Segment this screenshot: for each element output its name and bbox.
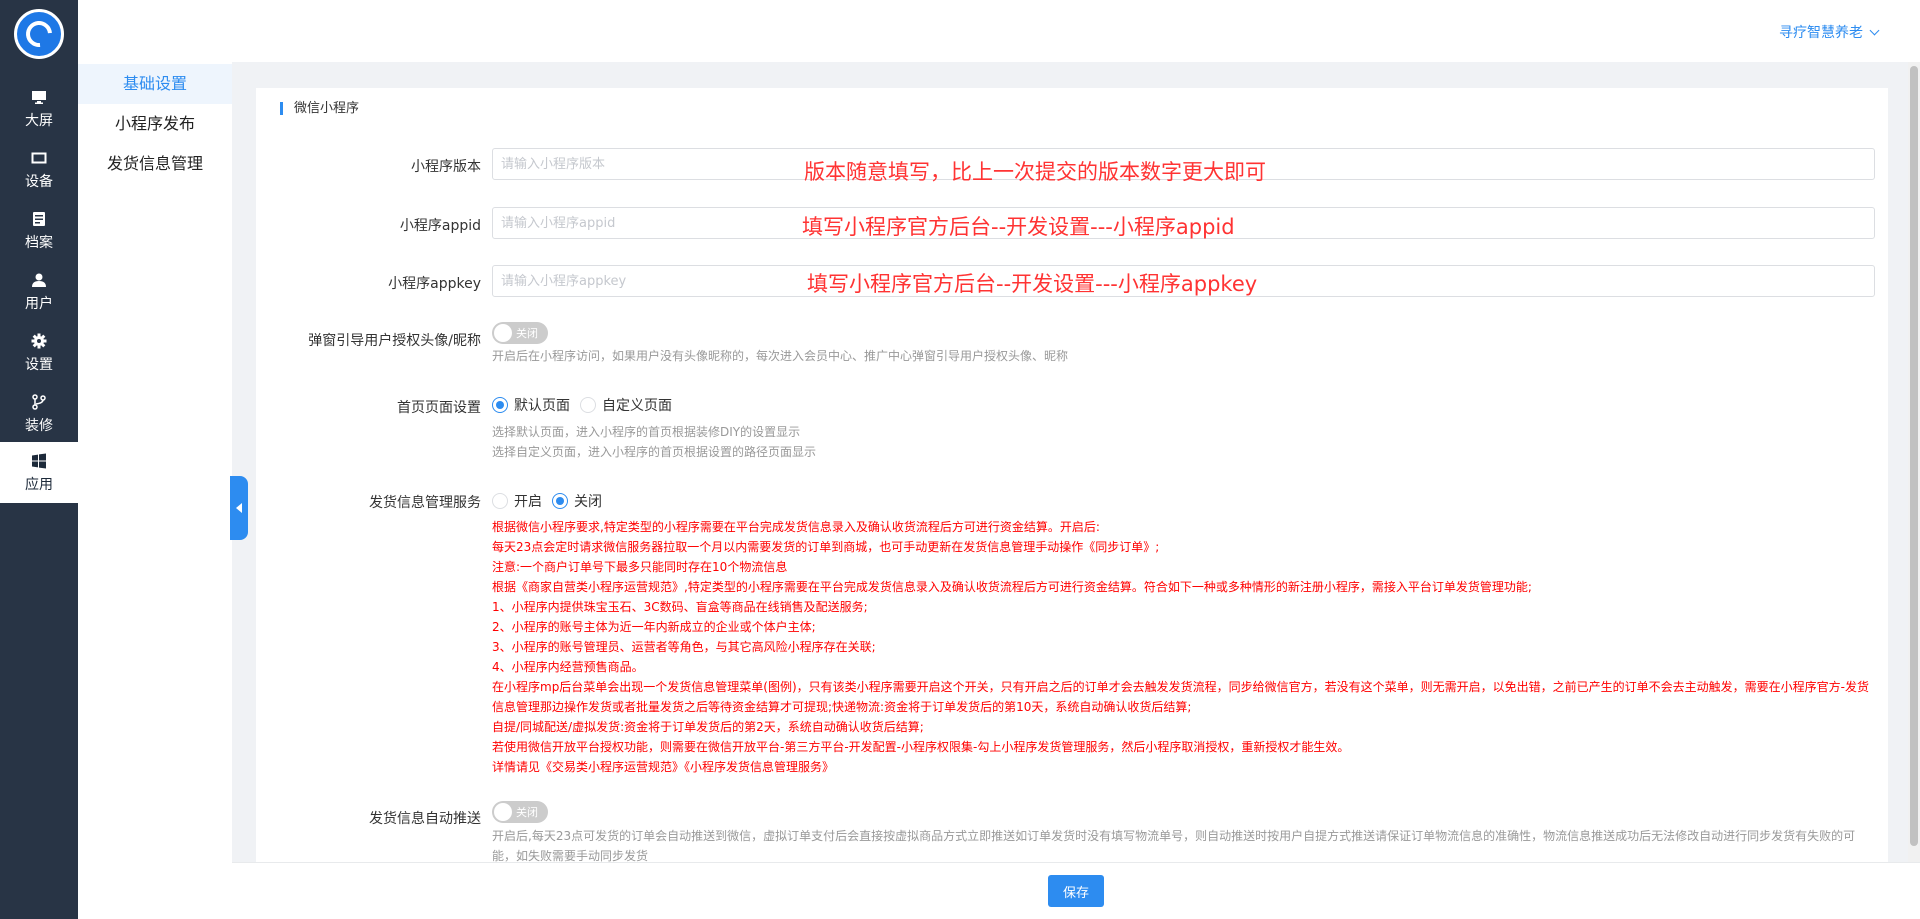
radio-shipping-off[interactable]: 关闭 <box>552 491 602 511</box>
footer-bar: 保存 <box>232 862 1920 919</box>
shipping-desc-line: 2、小程序的账号主体为近一年内新成立的企业或个体户主体; <box>492 620 816 634</box>
radio-unchecked-icon <box>492 493 508 509</box>
homepage-hint-custom: 选择自定义页面，进入小程序的首页根据设置的路径页面显示 <box>492 445 817 459</box>
top-bar: 寻疗智慧养老 <box>232 0 1920 62</box>
toggle-text: 关闭 <box>516 327 538 340</box>
user-name: 寻疗智慧养老 <box>1779 25 1863 41</box>
main-nav: 大屏 设备 档案 用户 设置 装修 应用 <box>0 0 78 919</box>
shipping-desc-line: 根据《商家自营类小程序运营规范》,特定类型的小程序需要在平台完成发货信息录入及确… <box>492 580 1532 594</box>
radio-default-page[interactable]: 默认页面 <box>492 395 570 415</box>
appid-label: 小程序appid <box>399 218 481 234</box>
submenu-item-shipping-info[interactable]: 发货信息管理 <box>78 144 232 184</box>
submenu: 基础设置 小程序发布 发货信息管理 <box>78 0 232 919</box>
shipping-desc-line: 若使用微信开放平台授权功能，则需要在微信开放平台-第三方平台-开发配置-小程序权… <box>492 740 1350 754</box>
radio-checked-icon <box>492 397 508 413</box>
nav-item-label: 设置 <box>25 356 53 373</box>
archive-icon <box>30 210 48 228</box>
user-menu[interactable]: 寻疗智慧养老 <box>1779 22 1880 42</box>
user-icon <box>30 271 48 289</box>
radio-checked-icon <box>552 493 568 509</box>
nav-item-label: 装修 <box>25 417 53 434</box>
appkey-label: 小程序appkey <box>388 276 481 292</box>
monitor-icon <box>30 88 48 106</box>
radio-custom-page[interactable]: 自定义页面 <box>580 395 672 415</box>
collapse-sidebar-button[interactable] <box>230 476 248 540</box>
windows-icon <box>30 452 48 470</box>
shipping-desc-line: 自提/同城配送/虚拟发货:资金将于订单发货后的第2天，系统自动确认收货后结算; <box>492 720 924 734</box>
nav-item-settings[interactable]: 设置 <box>0 322 78 383</box>
shipping-desc-line: 3、小程序的账号管理员、运营者等角色，与其它高风险小程序存在关联; <box>492 640 876 654</box>
nav-item-label: 档案 <box>25 234 53 251</box>
settings-card: 微信小程序 小程序版本 版本随意填写，比上一次提交的版本数字更大即可 小程序ap… <box>256 88 1888 862</box>
nav-item-device[interactable]: 设备 <box>0 139 78 200</box>
autopush-toggle[interactable]: 关闭 <box>492 801 548 823</box>
nav-item-label: 设备 <box>25 173 53 190</box>
shipping-desc-line: 每天23点会定时请求微信服务器拉取一个月以内需要发货的订单到商城，也可手动更新在… <box>492 540 1160 554</box>
save-button[interactable]: 保存 <box>1048 875 1104 907</box>
shipping-desc-line: 1、小程序内提供珠宝玉石、3C数码、盲盒等商品在线销售及配送服务; <box>492 600 868 614</box>
radio-shipping-on[interactable]: 开启 <box>492 491 542 511</box>
submenu-item-publish[interactable]: 小程序发布 <box>78 104 232 144</box>
logo-icon[interactable] <box>14 9 64 59</box>
popup-auth-label: 弹窗引导用户授权头像/昵称 <box>308 333 481 349</box>
chevron-left-icon <box>236 503 242 513</box>
popup-auth-hint: 开启后在小程序访问，如果用户没有头像昵称的，每次进入会员中心、推广中心弹窗引导用… <box>492 349 1069 363</box>
shipping-desc-line: 4、小程序内经营预售商品。 <box>492 660 644 674</box>
nav-item-archive[interactable]: 档案 <box>0 200 78 261</box>
nav-item-label: 应用 <box>25 476 53 493</box>
version-note: 版本随意填写，比上一次提交的版本数字更大即可 <box>804 160 1266 184</box>
autopush-label: 发货信息自动推送 <box>369 811 481 827</box>
version-label: 小程序版本 <box>411 159 481 175</box>
popup-auth-toggle[interactable]: 关闭 <box>492 322 548 344</box>
device-icon <box>30 149 48 167</box>
nav-item-user[interactable]: 用户 <box>0 261 78 322</box>
appid-note: 填写小程序官方后台--开发设置---小程序appid <box>802 215 1235 239</box>
shipping-desc-line: 根据微信小程序要求,特定类型的小程序需要在平台完成发货信息录入及确认收货流程后方… <box>492 520 1100 534</box>
shipping-service-label: 发货信息管理服务 <box>369 495 481 511</box>
scrollbar[interactable] <box>1908 62 1920 862</box>
card-title: 微信小程序 <box>280 102 359 115</box>
shipping-desc-line: 注意:一个商户订单号下最多只能同时存在10个物流信息 <box>492 560 788 574</box>
branch-icon <box>30 393 48 411</box>
nav-item-apps[interactable]: 应用 <box>0 442 78 503</box>
chevron-down-icon <box>1869 25 1880 36</box>
gear-icon <box>30 332 48 350</box>
autopush-hint: 开启后,每天23点可发货的订单会自动推送到微信，虚拟订单支付后会直接按虚拟商品方… <box>492 829 1856 862</box>
shipping-desc-line: 在小程序mp后台菜单会出现一个发货信息管理菜单(图例)，只有该类小程序需要开启这… <box>492 680 1870 714</box>
appkey-note: 填写小程序官方后台--开发设置---小程序appkey <box>807 272 1258 296</box>
radio-unchecked-icon <box>580 397 596 413</box>
homepage-hint-default: 选择默认页面，进入小程序的首页根据装修DIY的设置显示 <box>492 425 801 439</box>
nav-item-label: 用户 <box>25 295 53 312</box>
nav-item-screen[interactable]: 大屏 <box>0 78 78 139</box>
toggle-text: 关闭 <box>516 806 538 819</box>
shipping-desc-line: 详情请见《交易类小程序运营规范》《小程序发货信息管理服务》 <box>492 760 835 774</box>
submenu-item-basic-settings[interactable]: 基础设置 <box>78 64 232 104</box>
homepage-label: 首页页面设置 <box>397 400 481 416</box>
nav-item-label: 大屏 <box>25 112 53 129</box>
nav-item-decorate[interactable]: 装修 <box>0 383 78 444</box>
shipping-description: 根据微信小程序要求,特定类型的小程序需要在平台完成发货信息录入及确认收货流程后方… <box>492 517 1872 777</box>
